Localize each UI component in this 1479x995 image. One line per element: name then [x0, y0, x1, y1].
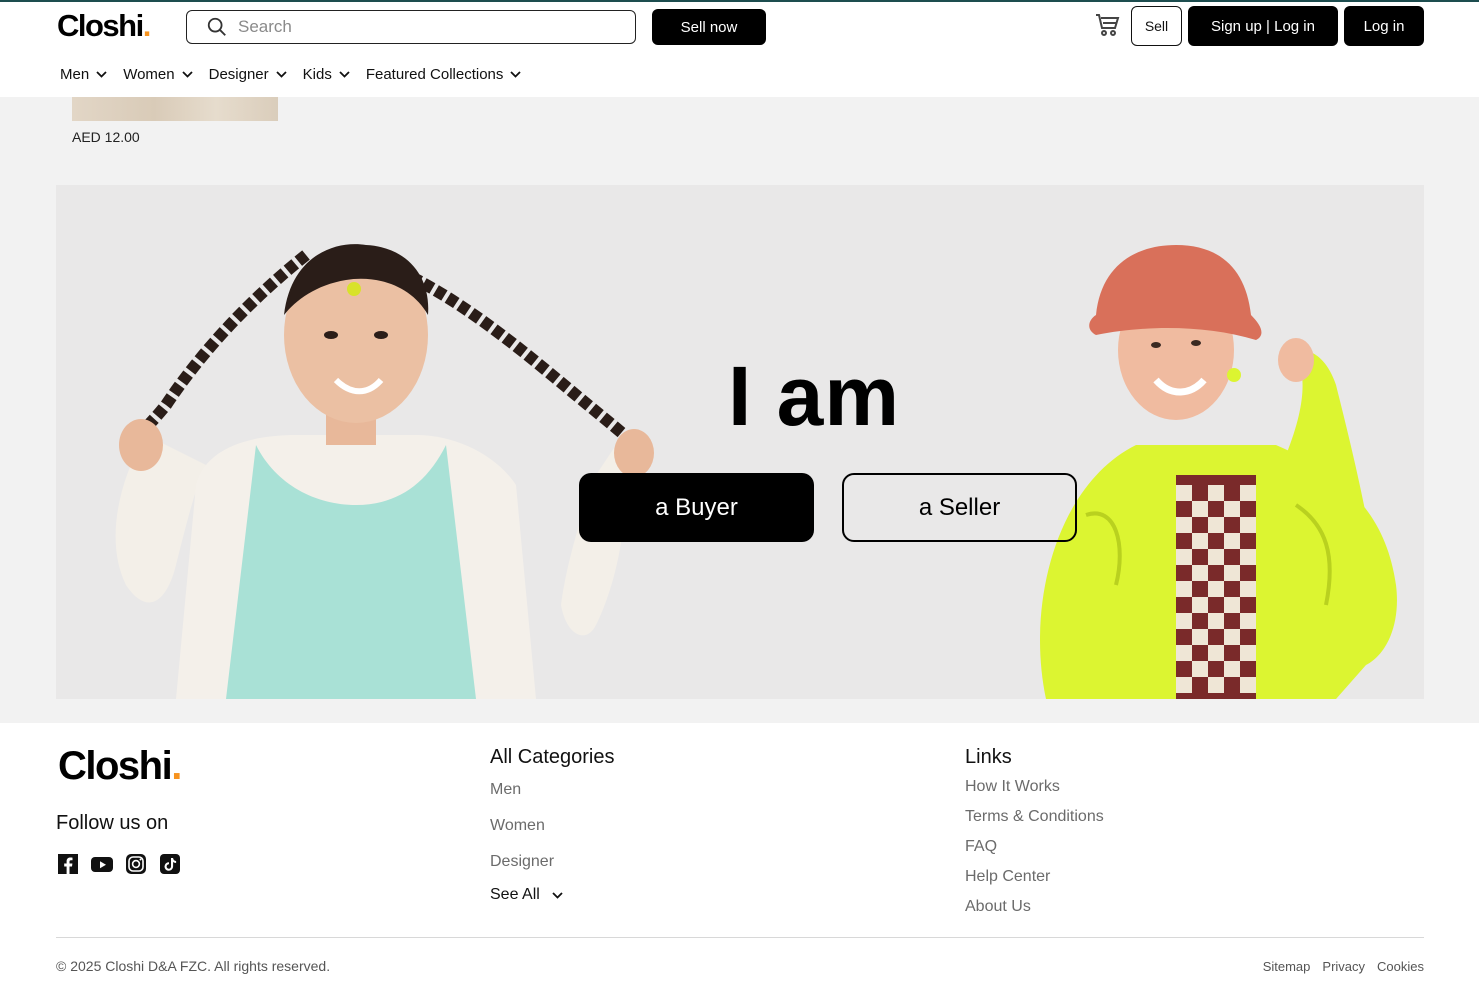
footer-category-women[interactable]: Women — [490, 817, 545, 835]
hero-banner: I am a Buyer a Seller — [56, 185, 1424, 699]
follow-us-label: Follow us on — [56, 812, 169, 834]
nav-item-kids[interactable]: Kids — [303, 66, 350, 83]
product-price: AED 12.00 — [72, 129, 140, 145]
search-bar[interactable] — [186, 10, 636, 44]
main-nav: Men Women Designer Kids Featured Collect… — [60, 66, 522, 83]
hero-buyer-photo — [115, 244, 654, 699]
footer-link-terms[interactable]: Terms & Conditions — [965, 808, 1104, 826]
instagram-icon[interactable] — [125, 853, 147, 875]
footer-link-about-us[interactable]: About Us — [965, 898, 1031, 916]
nav-item-women[interactable]: Women — [123, 66, 193, 83]
privacy-link[interactable]: Privacy — [1322, 959, 1365, 974]
categories-title: All Categories — [490, 746, 615, 768]
chevron-down-icon — [552, 891, 563, 899]
login-button[interactable]: Log in — [1344, 6, 1424, 46]
nav-item-designer[interactable]: Designer — [209, 66, 287, 83]
brand-logo[interactable]: Closhi. — [57, 8, 151, 44]
chevron-down-icon — [181, 71, 193, 78]
social-links — [57, 853, 181, 875]
legal-links: Sitemap Privacy Cookies — [1263, 959, 1424, 974]
site-header: Closhi. Sell now Sell Sign up | Log in L… — [0, 2, 1479, 97]
main-content: AED 12.00 I am a Buyer a Seller — [0, 97, 1479, 723]
seller-button[interactable]: a Seller — [842, 473, 1077, 542]
hero-title: I am — [728, 349, 901, 443]
search-input[interactable] — [238, 17, 598, 37]
tiktok-icon[interactable] — [159, 853, 181, 875]
links-title: Links — [965, 746, 1012, 768]
chevron-down-icon — [510, 71, 522, 78]
footer-link-help-center[interactable]: Help Center — [965, 868, 1050, 886]
sell-now-button[interactable]: Sell now — [652, 9, 766, 45]
facebook-icon[interactable] — [57, 853, 79, 875]
nav-item-featured-collections[interactable]: Featured Collections — [366, 66, 522, 83]
buyer-button[interactable]: a Buyer — [579, 473, 814, 542]
chevron-down-icon — [339, 71, 350, 78]
nav-item-men[interactable]: Men — [60, 66, 107, 83]
cookies-link[interactable]: Cookies — [1377, 959, 1424, 974]
chevron-down-icon — [276, 71, 287, 78]
footer-link-how-it-works[interactable]: How It Works — [965, 778, 1060, 796]
chevron-down-icon — [96, 71, 107, 78]
sell-button[interactable]: Sell — [1131, 6, 1182, 46]
youtube-icon[interactable] — [91, 853, 113, 875]
footer-category-men[interactable]: Men — [490, 781, 521, 799]
sitemap-link[interactable]: Sitemap — [1263, 959, 1311, 974]
footer-brand-logo[interactable]: Closhi. — [58, 744, 182, 789]
hero-seller-photo — [1040, 245, 1397, 699]
footer-divider — [56, 937, 1424, 938]
signup-login-button[interactable]: Sign up | Log in — [1188, 6, 1338, 46]
footer-link-faq[interactable]: FAQ — [965, 838, 997, 856]
search-icon — [207, 17, 226, 36]
cart-icon[interactable] — [1094, 12, 1120, 38]
product-image[interactable] — [72, 97, 278, 121]
copyright-text: © 2025 Closhi D&A FZC. All rights reserv… — [56, 958, 331, 974]
footer-category-designer[interactable]: Designer — [490, 853, 554, 871]
see-all-categories[interactable]: See All — [490, 886, 563, 904]
